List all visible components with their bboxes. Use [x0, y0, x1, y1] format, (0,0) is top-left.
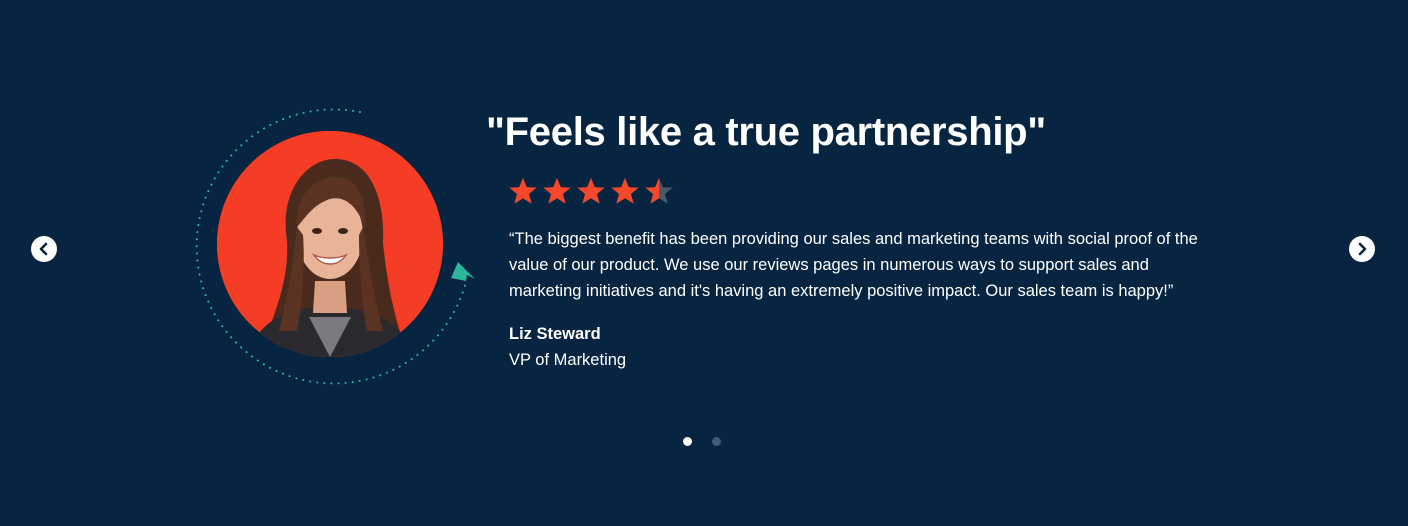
star-icon	[577, 178, 605, 204]
next-slide-button[interactable]	[1349, 236, 1375, 262]
testimonial-quote: “The biggest benefit has been providing …	[509, 230, 1198, 300]
star-icon	[543, 178, 571, 204]
author-photo	[217, 131, 443, 357]
chevron-right-icon	[1358, 242, 1367, 256]
star-icon	[645, 178, 673, 204]
chevron-left-icon	[39, 242, 48, 256]
portrait-frame	[190, 104, 480, 394]
star-icon	[509, 178, 537, 204]
pagination-dot[interactable]	[683, 437, 692, 446]
previous-slide-button[interactable]	[31, 236, 57, 262]
carousel-pagination	[683, 437, 721, 446]
author-name: Liz Steward	[509, 325, 601, 343]
author-title: VP of Marketing	[509, 351, 627, 369]
arrow-head-icon	[451, 262, 475, 281]
pagination-dot[interactable]	[712, 437, 721, 446]
testimonial-headline: "Feels like a true partnership"	[486, 110, 1046, 154]
star-icon	[611, 178, 639, 204]
star-rating	[508, 177, 674, 205]
